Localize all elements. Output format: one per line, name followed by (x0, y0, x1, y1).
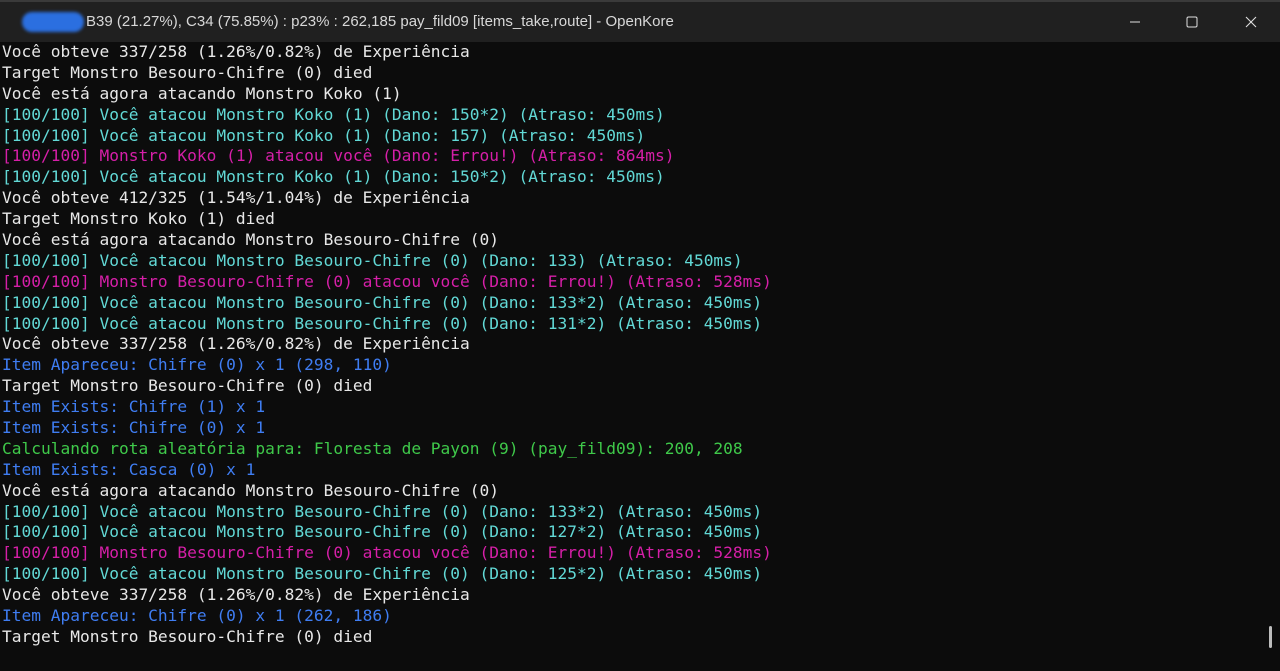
console-line: Item Exists: Casca (0) x 1 (2, 459, 256, 479)
console-line: [100/100] Monstro Besouro-Chifre (0) ata… (2, 543, 772, 563)
openkore-console-window: B39 (21.27%), C34 (75.85%) : p23% : 262,… (0, 0, 1280, 671)
close-icon (1245, 16, 1257, 28)
console-line: Target Monstro Koko (1) died (2, 209, 275, 229)
minimize-icon (1130, 21, 1140, 23)
console-line: [100/100] Você atacou Monstro Koko (1) (… (2, 104, 665, 124)
console-line: [100/100] Você atacou Monstro Besouro-Ch… (2, 501, 763, 521)
console-line: [100/100] Você atacou Monstro Besouro-Ch… (2, 292, 763, 312)
console-line: Item Exists: Chifre (1) x 1 (2, 397, 266, 417)
console-line: Target Monstro Besouro-Chifre (0) died (2, 62, 373, 82)
console-line: Item Apareceu: Chifre (0) x 1 (298, 110) (2, 355, 392, 375)
scrollbar-thumb[interactable] (1269, 626, 1272, 648)
console-line: [100/100] Você atacou Monstro Besouro-Ch… (2, 564, 763, 584)
window-title: B39 (21.27%), C34 (75.85%) : p23% : 262,… (86, 13, 674, 30)
console-line: Você está agora atacando Monstro Besouro… (2, 480, 500, 500)
console-line: Target Monstro Besouro-Chifre (0) died (2, 626, 373, 646)
console-line: [100/100] Você atacou Monstro Besouro-Ch… (2, 250, 743, 270)
vertical-scrollbar[interactable] (1262, 42, 1280, 671)
console-line: Item Apareceu: Chifre (0) x 1 (262, 186) (2, 606, 392, 626)
console-line: Target Monstro Besouro-Chifre (0) died (2, 376, 373, 396)
console-line: Você obteve 337/258 (1.26%/0.82%) de Exp… (2, 334, 470, 354)
close-button[interactable] (1222, 2, 1280, 42)
console-line: [100/100] Você atacou Monstro Koko (1) (… (2, 125, 646, 145)
console-line: [100/100] Você atacou Monstro Besouro-Ch… (2, 522, 763, 542)
console-line: [100/100] Você atacou Monstro Koko (1) (… (2, 167, 665, 187)
title-bar[interactable]: B39 (21.27%), C34 (75.85%) : p23% : 262,… (0, 0, 1280, 42)
console-output[interactable]: Você obteve 337/258 (1.26%/0.82%) de Exp… (0, 42, 1262, 671)
redacted-title-prefix (22, 12, 84, 32)
maximize-icon (1186, 16, 1198, 28)
console-line: Calculando rota aleatória para: Floresta… (2, 438, 743, 458)
console-line: [100/100] Monstro Besouro-Chifre (0) ata… (2, 271, 772, 291)
console-line: Você obteve 337/258 (1.26%/0.82%) de Exp… (2, 585, 470, 605)
minimize-button[interactable] (1106, 2, 1164, 42)
maximize-button[interactable] (1163, 2, 1221, 42)
console-line: [100/100] Você atacou Monstro Besouro-Ch… (2, 313, 763, 333)
console-line: Item Exists: Chifre (0) x 1 (2, 418, 266, 438)
console-line: Você está agora atacando Monstro Koko (1… (2, 83, 402, 103)
console-line: Você está agora atacando Monstro Besouro… (2, 230, 500, 250)
console-line: Você obteve 412/325 (1.54%/1.04%) de Exp… (2, 188, 470, 208)
console-line: Você obteve 337/258 (1.26%/0.82%) de Exp… (2, 42, 470, 61)
console-line: [100/100] Monstro Koko (1) atacou você (… (2, 146, 675, 166)
